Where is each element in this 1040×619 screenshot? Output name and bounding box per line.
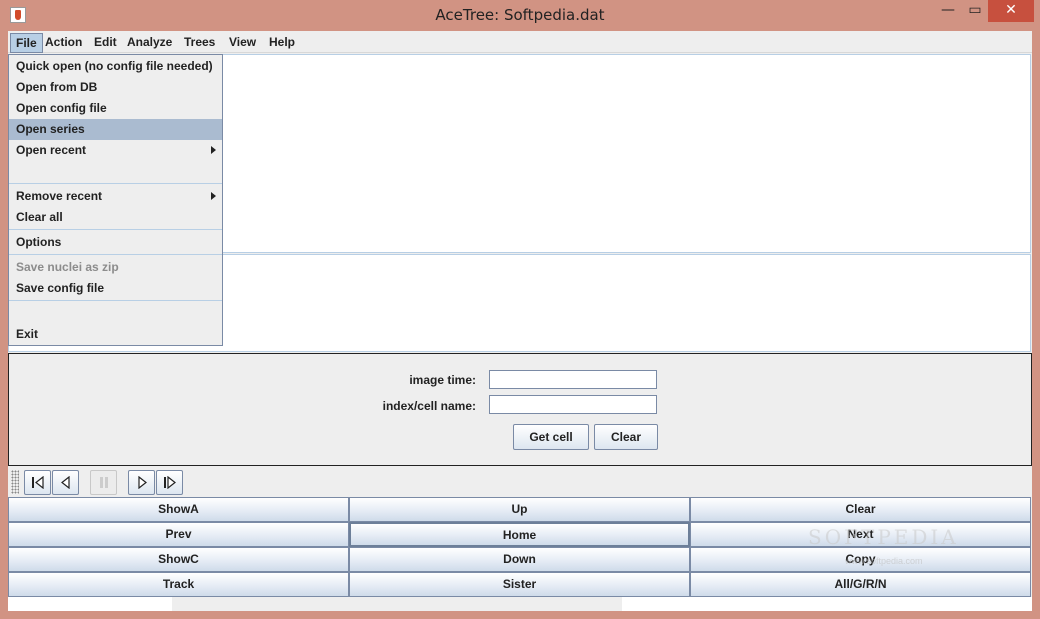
menu-separator <box>9 300 222 301</box>
status-segment <box>172 597 622 611</box>
softpedia-watermark: SOFTPEDIA <box>808 525 959 549</box>
sister-button[interactable]: Sister <box>349 572 690 597</box>
previous-frame-button[interactable] <box>52 470 79 495</box>
showa-button[interactable]: ShowA <box>8 497 349 522</box>
first-frame-button[interactable] <box>24 470 51 495</box>
menu-item-options[interactable]: Options <box>9 232 222 253</box>
menu-item-open-series[interactable]: Open series <box>9 119 222 140</box>
cell-lookup-panel: image time: index/cell name: Get cell Cl… <box>8 353 1032 466</box>
menu-item-save-nuclei-zip: Save nuclei as zip <box>16 260 119 274</box>
menu-item-open-config-file[interactable]: Open config file <box>9 98 222 119</box>
menu-item-open-recent[interactable]: Open recent <box>9 140 222 161</box>
menu-action[interactable]: Action <box>40 33 87 53</box>
menu-separator <box>9 229 222 230</box>
step-back-icon <box>61 476 70 489</box>
submenu-arrow-icon <box>211 192 216 200</box>
toolbar-grip-handle[interactable] <box>11 470 19 494</box>
skip-forward-icon <box>164 476 176 489</box>
menu-item-open-from-db[interactable]: Open from DB <box>9 77 222 98</box>
menu-trees[interactable]: Trees <box>179 33 220 53</box>
clear-form-button[interactable]: Clear <box>594 424 658 450</box>
menu-item-remove-recent[interactable]: Remove recent <box>9 186 222 207</box>
menu-item-quick-open[interactable]: Quick open (no config file needed) <box>9 56 222 77</box>
playback-toolbar <box>8 468 1032 496</box>
close-button[interactable]: ✕ <box>988 0 1034 22</box>
prev-button[interactable]: Prev <box>8 522 349 547</box>
menu-file[interactable]: File <box>10 33 43 53</box>
app-window: AceTree: Softpedia.dat — ▭ ✕ File Action… <box>0 0 1040 619</box>
submenu-arrow-icon <box>211 146 216 154</box>
status-strip <box>8 597 1032 611</box>
menu-separator <box>9 254 222 255</box>
index-cell-name-input[interactable] <box>489 395 657 414</box>
menu-view[interactable]: View <box>224 33 261 53</box>
home-button[interactable]: Home <box>349 522 690 547</box>
down-button[interactable]: Down <box>349 547 690 572</box>
last-frame-button[interactable] <box>156 470 183 495</box>
menu-item-open-recent-label: Open recent <box>16 143 87 157</box>
menu-analyze[interactable]: Analyze <box>122 33 177 53</box>
menu-item-save-config-file[interactable]: Save config file <box>9 278 222 299</box>
menu-item-exit[interactable]: Exit <box>9 324 222 345</box>
image-time-label: image time: <box>409 373 476 387</box>
window-title: AceTree: Softpedia.dat <box>435 6 605 24</box>
next-frame-button[interactable] <box>128 470 155 495</box>
pause-icon <box>100 477 108 488</box>
pause-button[interactable] <box>90 470 117 495</box>
title-bar[interactable]: AceTree: Softpedia.dat — ▭ ✕ <box>0 0 1040 31</box>
up-button[interactable]: Up <box>349 497 690 522</box>
step-forward-icon <box>138 476 147 489</box>
track-button[interactable]: Track <box>8 572 349 597</box>
menu-edit[interactable]: Edit <box>89 33 122 53</box>
image-time-input[interactable] <box>489 370 657 389</box>
menu-bar: File Action Edit Analyze Trees View Help <box>8 31 1032 53</box>
clear-button[interactable]: Clear <box>690 497 1031 522</box>
softpedia-watermark-url: www.softpedia.com <box>845 556 923 566</box>
menu-separator <box>9 183 222 184</box>
skip-back-icon <box>32 476 44 489</box>
all-g-r-n-button[interactable]: All/G/R/N <box>690 572 1031 597</box>
get-cell-button[interactable]: Get cell <box>513 424 589 450</box>
index-cell-name-label: index/cell name: <box>382 399 476 413</box>
file-menu-dropdown: Quick open (no config file needed) Open … <box>8 54 223 346</box>
menu-help[interactable]: Help <box>264 33 300 53</box>
menu-item-clear-all[interactable]: Clear all <box>9 207 222 228</box>
menu-item-remove-recent-label: Remove recent <box>16 189 103 203</box>
showc-button[interactable]: ShowC <box>8 547 349 572</box>
